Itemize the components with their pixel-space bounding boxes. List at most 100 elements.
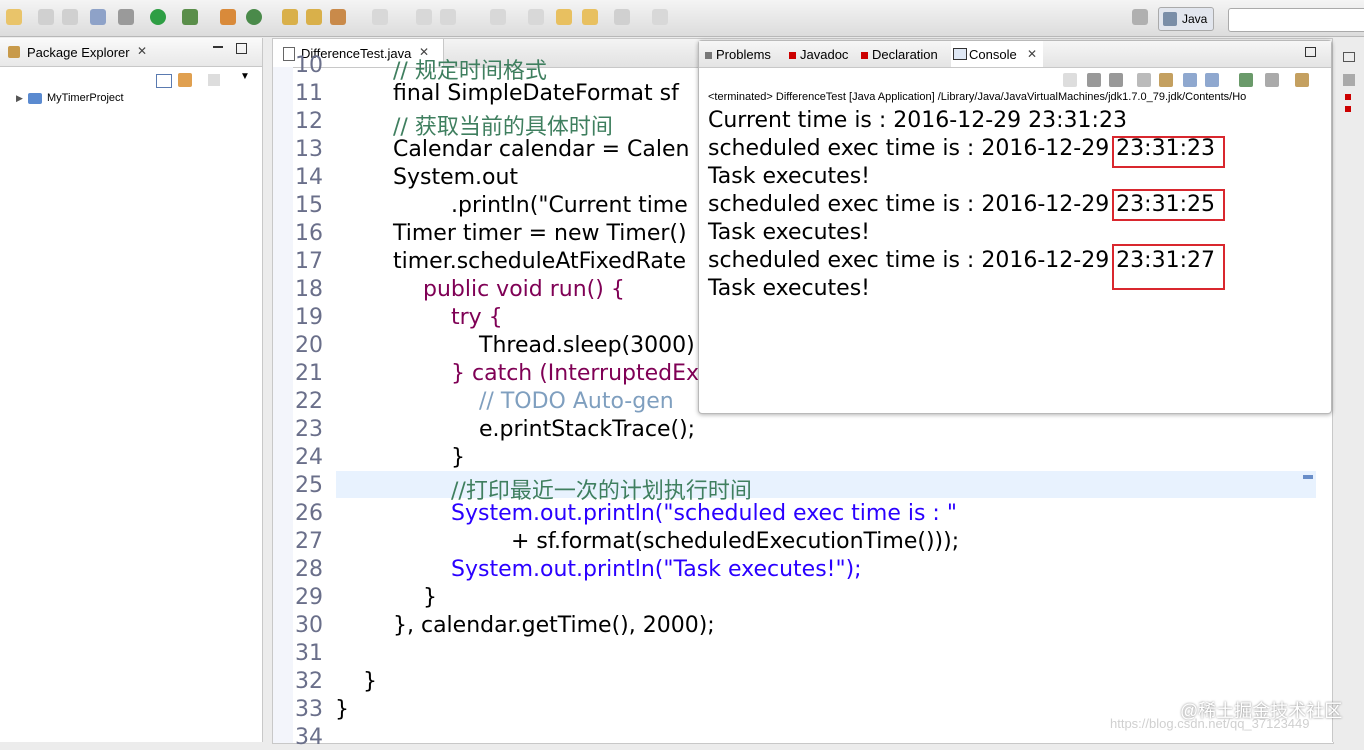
tab-console[interactable]: Console ✕ xyxy=(951,41,1043,67)
console-output-line[interactable]: Task executes! xyxy=(708,164,870,189)
line-number: 10 xyxy=(295,53,323,78)
overview-marker[interactable] xyxy=(1303,475,1313,479)
code-line[interactable]: } xyxy=(363,669,377,694)
package-explorer-title: Package Explorer xyxy=(27,45,130,60)
show-on-stdout-icon[interactable] xyxy=(1183,73,1197,87)
task-list-icon[interactable] xyxy=(1345,94,1351,100)
code-line[interactable]: + sf.format(scheduledExecutionTime())); xyxy=(511,529,959,554)
remove-all-icon[interactable] xyxy=(1109,73,1123,87)
toggle-mark-icon[interactable] xyxy=(416,9,432,25)
terminate-icon[interactable] xyxy=(1063,73,1077,87)
open-perspective-icon[interactable] xyxy=(1132,9,1148,25)
run-icon[interactable] xyxy=(150,9,166,25)
new-java-project-icon[interactable] xyxy=(220,9,236,25)
code-line[interactable]: } xyxy=(423,585,437,610)
minimize-icon[interactable] xyxy=(213,46,223,48)
terminated-label: <terminated> DifferenceTest [Java Applic… xyxy=(708,91,1247,103)
maximize-icon[interactable] xyxy=(236,43,247,54)
outline-icon[interactable] xyxy=(1343,74,1355,86)
pin-console-icon[interactable] xyxy=(1239,73,1253,87)
tab-label: Problems xyxy=(716,47,771,62)
java-perspective-button[interactable]: Java xyxy=(1158,7,1214,31)
code-line[interactable]: System.out xyxy=(393,165,518,190)
javadoc-icon xyxy=(789,52,796,60)
highlight-box xyxy=(1112,189,1225,221)
expand-arrow-icon[interactable]: ▶ xyxy=(16,93,23,104)
code-line[interactable]: System.out.println("Task executes!"); xyxy=(451,557,862,582)
external-tools-icon[interactable] xyxy=(182,9,198,25)
scroll-lock-icon[interactable] xyxy=(1159,73,1173,87)
save-icon[interactable] xyxy=(38,9,54,25)
code-line[interactable]: .println("Current time xyxy=(451,193,688,218)
console-output-line[interactable]: Task executes! xyxy=(708,220,870,245)
code-line[interactable]: try { xyxy=(451,305,503,330)
back-icon[interactable] xyxy=(582,9,598,25)
show-on-stderr-icon[interactable] xyxy=(1205,73,1219,87)
code-line[interactable]: }, calendar.getTime(), 2000); xyxy=(393,613,715,638)
tab-declaration[interactable]: Declaration xyxy=(861,47,938,62)
open-console-icon[interactable] xyxy=(1295,73,1309,87)
code-line[interactable]: Thread.sleep(3000) xyxy=(479,333,695,358)
search-icon[interactable] xyxy=(330,9,346,25)
console-output-line[interactable]: Task executes! xyxy=(708,276,870,301)
view-menu-icon[interactable]: ▼ xyxy=(240,71,250,82)
line-number: 32 xyxy=(295,669,323,694)
new-class-icon[interactable] xyxy=(246,9,262,25)
tab-javadoc[interactable]: Javadoc xyxy=(789,47,848,62)
code-line[interactable]: // TODO Auto-gen xyxy=(479,389,674,414)
close-icon[interactable]: ✕ xyxy=(1027,47,1037,61)
code-line[interactable]: } xyxy=(451,445,465,470)
code-line[interactable]: Calendar calendar = Calen xyxy=(393,137,689,162)
block-selection-icon[interactable] xyxy=(440,9,456,25)
remove-launch-icon[interactable] xyxy=(1087,73,1101,87)
tab-label: Console xyxy=(969,47,1017,62)
code-line[interactable]: public void run() { xyxy=(423,277,625,302)
console-toolbar xyxy=(1059,71,1329,91)
code-line[interactable]: timer.scheduleAtFixedRate xyxy=(393,249,686,274)
perspective-label: Java xyxy=(1182,12,1208,26)
package-explorer-tab[interactable]: Package Explorer ✕ xyxy=(0,38,262,67)
display-console-icon[interactable] xyxy=(1265,73,1279,87)
prev-annotation-icon[interactable] xyxy=(528,9,544,25)
project-icon xyxy=(28,93,42,104)
collapse-all-icon[interactable] xyxy=(156,74,172,88)
last-edit-icon[interactable] xyxy=(556,9,572,25)
line-number: 11 xyxy=(295,81,323,106)
forward-icon[interactable] xyxy=(614,9,630,25)
link-with-editor-icon[interactable] xyxy=(178,73,192,87)
console-output-line[interactable]: Current time is : 2016-12-29 23:31:23 xyxy=(708,108,1127,133)
new-icon[interactable] xyxy=(6,9,22,25)
project-label: MyTimerProject xyxy=(47,92,124,104)
pin-icon[interactable] xyxy=(652,9,668,25)
line-number: 23 xyxy=(295,417,323,442)
tab-problems[interactable]: Problems xyxy=(705,47,771,62)
open-type-icon[interactable] xyxy=(282,9,298,25)
left-ruler xyxy=(273,67,293,743)
code-line[interactable]: e.printStackTrace(); xyxy=(479,417,695,442)
focus-icon[interactable] xyxy=(208,74,220,86)
code-line[interactable]: } xyxy=(335,697,349,722)
problems-icon[interactable] xyxy=(1345,106,1351,112)
clear-console-icon[interactable] xyxy=(1137,73,1151,87)
close-icon[interactable]: ✕ xyxy=(137,44,147,58)
skip-breakpoints-icon[interactable] xyxy=(90,9,106,25)
declaration-icon xyxy=(861,52,868,60)
restore-icon[interactable] xyxy=(1305,47,1316,57)
code-line[interactable]: final SimpleDateFormat sf xyxy=(393,81,679,106)
line-number: 22 xyxy=(295,389,323,414)
annotation-icon[interactable] xyxy=(372,9,388,25)
tab-label: Javadoc xyxy=(800,47,849,62)
line-number: 28 xyxy=(295,557,323,582)
open-task-icon[interactable] xyxy=(306,9,322,25)
code-line[interactable]: System.out.println("scheduled exec time … xyxy=(451,501,957,526)
save-all-icon[interactable] xyxy=(62,9,78,25)
line-number: 30 xyxy=(295,613,323,638)
debug-icon[interactable] xyxy=(118,9,134,25)
quick-access-input[interactable] xyxy=(1228,8,1364,32)
line-number: 33 xyxy=(295,697,323,722)
restore-icon[interactable] xyxy=(1343,52,1355,62)
line-number: 26 xyxy=(295,501,323,526)
code-line[interactable]: Timer timer = new Timer() xyxy=(393,221,687,246)
next-annotation-icon[interactable] xyxy=(490,9,506,25)
code-line[interactable]: } catch (InterruptedEx xyxy=(451,361,699,386)
